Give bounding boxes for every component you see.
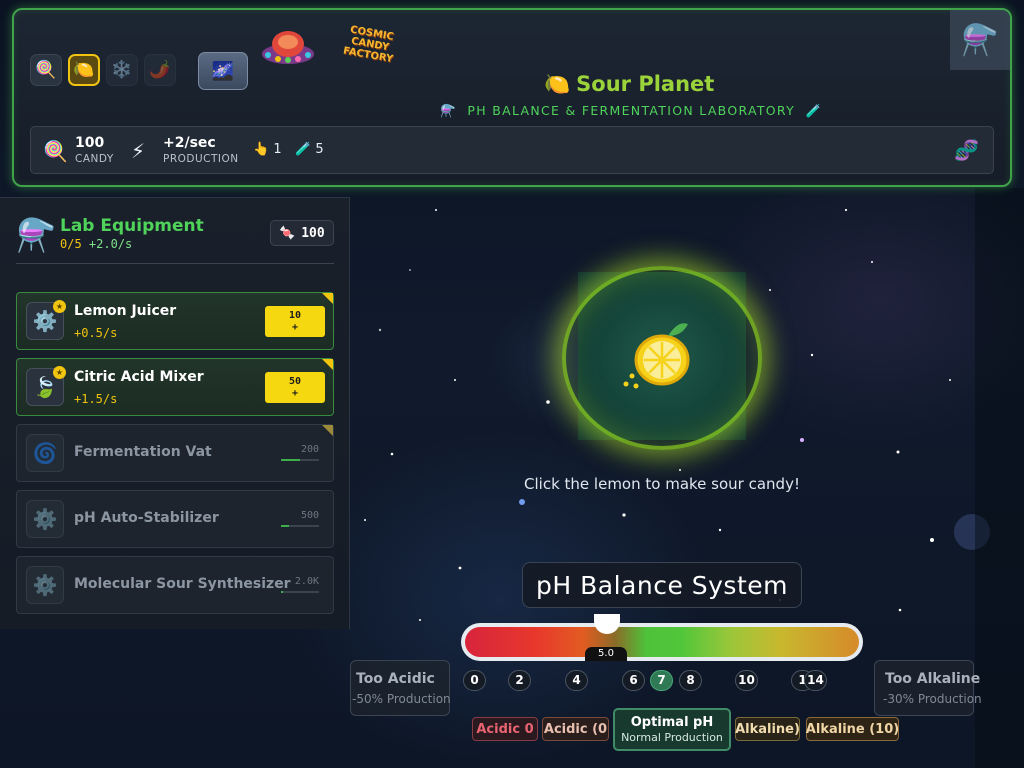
click-hint: Click the lemon to make sour candy! bbox=[524, 475, 800, 493]
upgrade-name: Lemon Juicer bbox=[74, 303, 177, 319]
ph-tick: 8 bbox=[679, 670, 702, 691]
candy-count: 100 bbox=[75, 135, 105, 151]
lightning-icon: ⚡ bbox=[131, 139, 146, 163]
upgrade-name: pH Auto-Stabilizer bbox=[74, 510, 219, 526]
upgrade-ph-auto-stabilizer[interactable]: ⚙️ pH Auto-Stabilizer 500 bbox=[16, 490, 334, 548]
ph-tick: 4 bbox=[565, 670, 588, 691]
dna-icon[interactable]: 🧬 bbox=[954, 138, 979, 162]
panel-summary: 0/5 +2.0/s bbox=[60, 237, 133, 251]
production-label: PRODUCTION bbox=[163, 153, 239, 165]
candy-icon: 🍬 bbox=[279, 225, 296, 241]
upgrade-fermentation-vat[interactable]: 🌀 Fermentation Vat 200 bbox=[16, 424, 334, 482]
chili-icon: 🌶️ bbox=[149, 60, 171, 80]
flask-icon: ⚗️ bbox=[440, 103, 457, 118]
upgrade-lemon-juicer[interactable]: ⚙️ ★ Lemon Juicer +0.5/s 10 + bbox=[16, 292, 334, 350]
zone-optimal: Optimal pH Normal Production bbox=[613, 708, 731, 751]
upgrade-cost: 2.0K bbox=[294, 576, 319, 587]
too-acidic-label: Too Acidic -50% Production bbox=[350, 660, 451, 716]
gear-icon: ⚙️ bbox=[26, 500, 64, 538]
corner-marker bbox=[322, 425, 333, 436]
ph-tick: 2 bbox=[508, 670, 531, 691]
zone-alkaline-strong: Alkaline (10) bbox=[806, 717, 899, 741]
divider bbox=[16, 263, 334, 264]
ph-tick: 6 bbox=[622, 670, 645, 691]
upgrade-name: Molecular Sour Synthesizer bbox=[74, 576, 291, 592]
page-title: 🍋 Sour Planet bbox=[544, 72, 715, 96]
test-tube-icon: 🧪 bbox=[295, 142, 312, 157]
ph-tick: 0 bbox=[463, 670, 486, 691]
right-shade bbox=[975, 188, 1024, 768]
snowflake-icon: ❄️ bbox=[111, 60, 133, 80]
panel-candy-badge: 🍬 100 bbox=[270, 220, 334, 246]
candy-icon: 🍭 bbox=[43, 139, 68, 163]
upgrade-molecular-sour-synthesizer[interactable]: ⚙️ Molecular Sour Synthesizer 2.0K bbox=[16, 556, 334, 614]
planet-button-frost[interactable]: ❄️ bbox=[106, 54, 138, 86]
upgrade-rate: +0.5/s bbox=[74, 326, 118, 340]
planet-button-candy[interactable]: 🍭 bbox=[30, 54, 62, 86]
stats-bar: 🍭 100 CANDY ⚡ +2/sec PRODUCTION 👆 1 🧪 5 … bbox=[30, 126, 994, 174]
lab-flask-corner-icon: ⚗️ bbox=[950, 10, 1010, 70]
too-alkaline-label: Too Alkaline -30% Production bbox=[874, 660, 982, 716]
upgrade-name: Citric Acid Mixer bbox=[74, 369, 204, 385]
upgrade-rate: +1.5/s bbox=[74, 392, 118, 406]
upgrade-citric-acid-mixer[interactable]: 🍃 ★ Citric Acid Mixer +1.5/s 50 + bbox=[16, 358, 334, 416]
upgrade-cost: 200 bbox=[300, 444, 319, 455]
progress-bar bbox=[281, 459, 319, 461]
star-badge-icon: ★ bbox=[53, 300, 66, 313]
ph-system-title: pH Balance System bbox=[522, 562, 802, 608]
progress-fill bbox=[281, 459, 300, 461]
progress-bar bbox=[281, 525, 319, 527]
lemon-click-icon[interactable] bbox=[620, 314, 704, 398]
galaxy-icon: 🌌 bbox=[211, 60, 235, 82]
corner-marker bbox=[322, 359, 333, 370]
star-badge-icon: ★ bbox=[53, 366, 66, 379]
planet-selector: 🍭 🍋 ❄️ 🌶️ bbox=[30, 54, 176, 86]
ph-gradient bbox=[465, 627, 859, 657]
planet-button-spicy[interactable]: 🌶️ bbox=[144, 54, 176, 86]
test-tube-icon: 🧪 bbox=[805, 103, 823, 118]
progress-bar bbox=[281, 591, 319, 593]
candy-label: CANDY bbox=[75, 153, 114, 165]
ph-gauge-bar[interactable] bbox=[461, 623, 863, 661]
lab-equipment-panel: ⚗️ Lab Equipment 0/5 +2.0/s 🍬 100 ⚙️ ★ Le… bbox=[0, 197, 350, 629]
panel-title: Lab Equipment bbox=[60, 216, 204, 236]
lollipop-icon: 🍭 bbox=[35, 60, 57, 80]
flask-icon: ⚗️ bbox=[16, 216, 56, 254]
page-subtitle: ⚗️ PH BALANCE & FERMENTATION LABORATORY … bbox=[440, 103, 823, 118]
test-tube-stat: 🧪 5 bbox=[295, 142, 324, 157]
progress-fill bbox=[281, 591, 283, 593]
zone-acidic-mild: Acidic (0 bbox=[542, 717, 609, 741]
upgrade-name: Fermentation Vat bbox=[74, 444, 212, 460]
swirl-icon: 🌀 bbox=[26, 434, 64, 472]
ph-tick: 14 bbox=[804, 670, 827, 691]
lemon-icon: 🍋 bbox=[73, 60, 95, 80]
upgrade-cost: 500 bbox=[300, 510, 319, 521]
buy-button[interactable]: 50 + bbox=[265, 372, 325, 403]
gear-icon: ⚙️ bbox=[26, 566, 64, 604]
zone-alkaline-mild: Alkaline) bbox=[735, 717, 800, 741]
planet-button-sour[interactable]: 🍋 bbox=[68, 54, 100, 86]
galaxy-map-button[interactable]: 🌌 bbox=[198, 52, 248, 90]
click-power-stat: 👆 1 bbox=[253, 142, 282, 157]
buy-button[interactable]: 10 + bbox=[265, 306, 325, 337]
progress-fill bbox=[281, 525, 289, 527]
ph-tick-optimal: 7 bbox=[650, 670, 673, 691]
pointer-icon: 👆 bbox=[253, 142, 270, 157]
header-bar: 🍭 🍋 ❄️ 🌶️ 🌌 COSMIC CANDY FACTORY ⚗️ 🍋 Sou… bbox=[12, 8, 1012, 187]
corner-marker bbox=[322, 293, 333, 304]
production-rate: +2/sec bbox=[163, 135, 216, 151]
ph-current-value: 5.0 bbox=[585, 647, 627, 661]
lemon-title-icon: 🍋 bbox=[544, 72, 571, 96]
zone-acidic-strong: Acidic 0 bbox=[472, 717, 538, 741]
ph-tick: 10 bbox=[735, 670, 758, 691]
